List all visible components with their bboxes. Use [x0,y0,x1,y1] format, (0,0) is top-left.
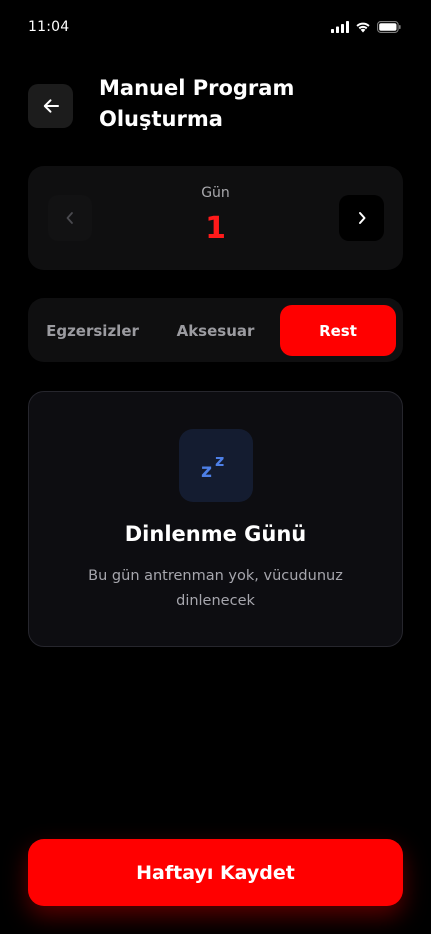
save-week-button[interactable]: Haftayı Kaydet [28,839,403,906]
next-day-button[interactable] [339,195,384,241]
back-button[interactable] [28,84,73,128]
arrow-left-icon [43,99,59,113]
signal-icon [331,21,349,33]
tab-aksesuar[interactable]: Aksesuar [158,305,273,356]
status-time: 11:04 [28,19,70,35]
page-title: Manuel Program Oluşturma [99,76,295,131]
tab-egzersizler[interactable]: Egzersizler [36,305,149,356]
status-bar: 11:04 [0,0,431,56]
rest-icon-box: z z [179,429,253,502]
tab-bar: Egzersizler Aksesuar Rest [28,298,403,362]
chevron-right-icon [358,212,365,224]
rest-description: Bu gün antrenman yok, vücudunuz dinlenec… [88,568,343,609]
tab-rest[interactable]: Rest [280,305,396,356]
day-selector: Gün 1 [28,166,403,270]
rest-title: Dinlenme Günü [124,522,307,546]
battery-icon [377,21,401,33]
wifi-icon [356,22,370,33]
status-icons [331,20,401,34]
sleep-zz-icon: z z [201,450,225,482]
rest-day-card: z z Dinlenme Günü Bu gün antrenman yok, … [28,391,403,647]
